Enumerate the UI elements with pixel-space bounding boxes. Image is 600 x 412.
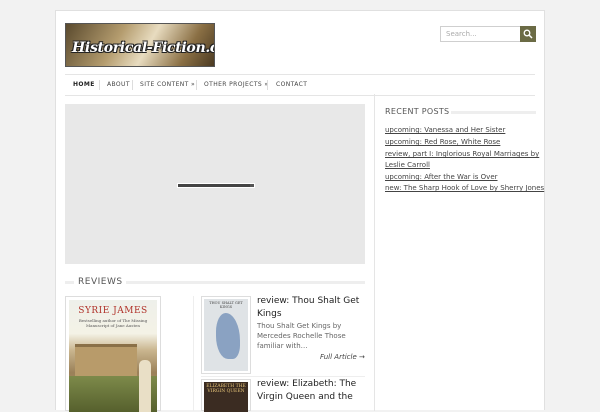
review-title-line: Kings [257, 309, 282, 319]
map-illustration [216, 313, 240, 359]
reviews-column-divider [193, 296, 194, 411]
reviews-section-title: REVIEWS [78, 277, 123, 287]
review-title-line: review: Elizabeth: The [257, 379, 357, 389]
thumb-title: ELIZABETH THE VIRGIN QUEEN [206, 384, 246, 394]
nav-item-site-content[interactable]: SITE CONTENT » [140, 75, 195, 95]
book-cover-image: ELIZABETH THE VIRGIN QUEEN [204, 382, 248, 412]
slider-loading-fill [178, 184, 251, 187]
excerpt-line: Mercedes Rochelle Those [257, 332, 346, 340]
recent-post-link[interactable]: review, part I: Inglorious Royal Marriag… [385, 150, 539, 158]
review-title-link[interactable]: review: Thou Shalt Get Kings [257, 295, 369, 321]
review-title-line: Virgin Queen and the [257, 392, 353, 402]
review-thumbnail[interactable]: THOU SHALT GET KINGS [201, 296, 251, 374]
main-nav: HOME ABOUT SITE CONTENT » OTHER PROJECTS… [65, 74, 535, 96]
cover-figure-illustration [139, 360, 151, 412]
review-title-line: review: Thou Shalt Get [257, 296, 360, 306]
search-icon [523, 29, 533, 39]
recent-post-link[interactable]: new: The Sharp Hook of Love by Sherry Jo… [385, 184, 544, 192]
thumb-title: THOU SHALT GET KINGS [209, 301, 243, 309]
nav-item-home[interactable]: HOME [73, 75, 95, 95]
search-button[interactable] [520, 26, 536, 42]
nav-divider [267, 80, 268, 90]
book-cover-image: THOU SHALT GET KINGS [204, 299, 248, 371]
cover-author: SYRIE JAMES [78, 306, 148, 316]
sidebar-divider [374, 94, 375, 411]
reviews-rule-right [126, 281, 365, 284]
logo-text: Historical-Fiction.com [72, 40, 214, 56]
site-logo[interactable]: Historical-Fiction.com [65, 23, 215, 67]
nav-divider [99, 80, 100, 90]
recent-post-link[interactable]: upcoming: Red Rose, White Rose [385, 138, 500, 146]
review-excerpt: Thou Shalt Get Kings by Mercedes Rochell… [257, 321, 369, 351]
excerpt-line: Thou Shalt Get Kings by [257, 322, 342, 330]
reviews-rule-left [65, 281, 74, 284]
recent-post-link[interactable]: upcoming: After the War is Over [385, 173, 498, 181]
featured-slider[interactable] [65, 104, 365, 264]
slider-loading-bar [177, 183, 255, 188]
nav-item-about[interactable]: ABOUT [107, 75, 130, 95]
page-container: Historical-Fiction.com Search... HOME AB… [55, 10, 545, 412]
review-thumbnail[interactable]: ELIZABETH THE VIRGIN QUEEN [201, 379, 251, 412]
nav-item-other-projects[interactable]: OTHER PROJECTS » [204, 75, 268, 95]
book-cover-image: SYRIE JAMES Bestselling author of The Mi… [69, 300, 157, 412]
recent-posts-rule [451, 111, 536, 114]
review-title-link[interactable]: review: Elizabeth: The Virgin Queen and … [257, 378, 369, 404]
cover-blurb: Bestselling author of The Missing Manusc… [78, 318, 148, 328]
nav-divider [196, 80, 197, 90]
recent-post-link[interactable]: upcoming: Vanessa and Her Sister [385, 126, 505, 134]
review-row-divider [201, 376, 365, 377]
full-article-link[interactable]: Full Article → [320, 353, 365, 361]
nav-divider [132, 80, 133, 90]
excerpt-line: familiar with… [257, 342, 308, 350]
featured-review-cover[interactable]: SYRIE JAMES Bestselling author of The Mi… [65, 296, 161, 412]
recent-posts-title: RECENT POSTS [385, 107, 450, 116]
recent-post-link[interactable]: Leslie Carroll [385, 161, 430, 169]
nav-item-contact[interactable]: CONTACT [276, 75, 307, 95]
